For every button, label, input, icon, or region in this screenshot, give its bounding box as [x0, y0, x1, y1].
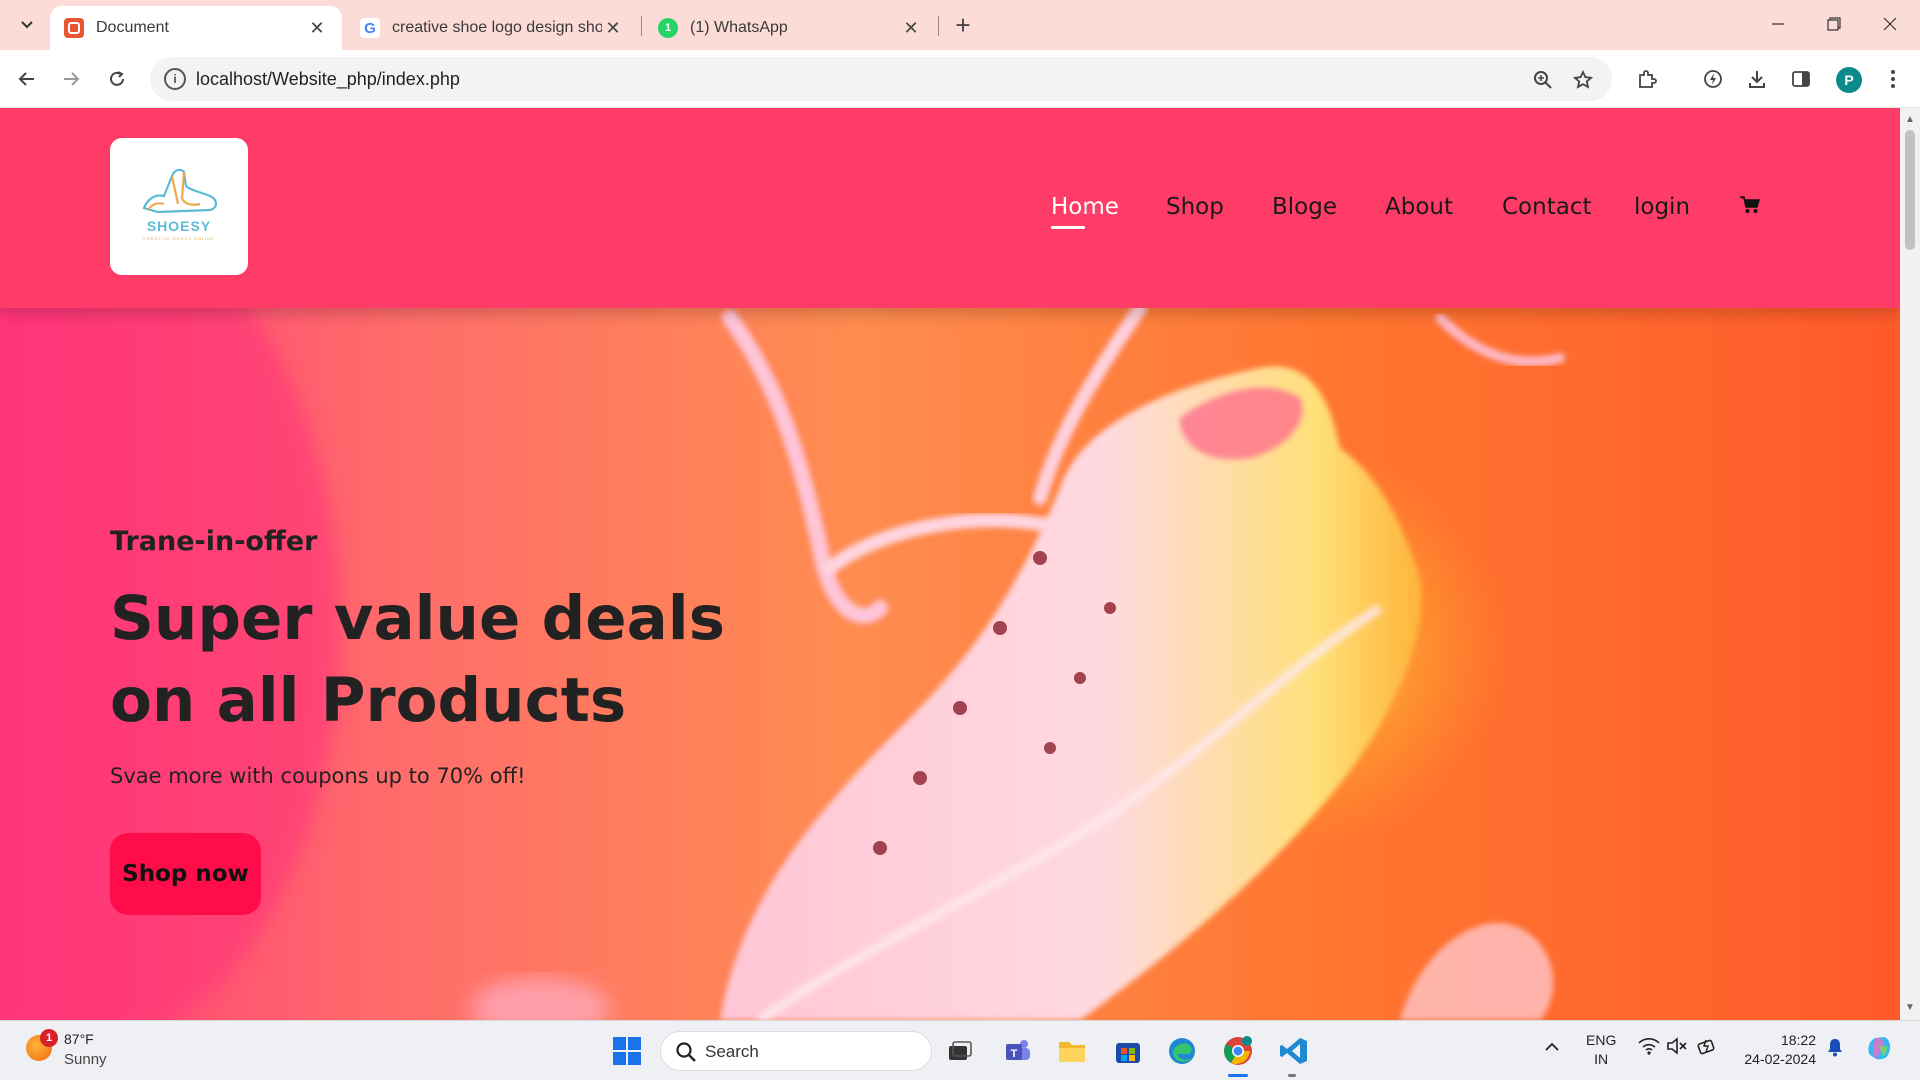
weather-temperature[interactable]: 87°F — [64, 1031, 94, 1047]
extensions-icon[interactable] — [1630, 62, 1664, 96]
menu-icon[interactable] — [1876, 62, 1910, 96]
side-panel-icon[interactable] — [1784, 62, 1818, 96]
notification-bell-icon[interactable] — [1826, 1037, 1844, 1061]
hero-banner: Trane-in-offer Super value deals on all … — [0, 308, 1900, 1020]
shoe-logo-icon — [142, 168, 218, 214]
hero-title-line-1: Super value deals — [110, 583, 726, 654]
restore-icon[interactable] — [1806, 0, 1862, 48]
google-favicon-icon: G — [360, 18, 380, 38]
tab-close-icon[interactable]: ✕ — [900, 18, 922, 39]
taskbar-search-label: Search — [705, 1042, 759, 1061]
edge-icon[interactable] — [1164, 1033, 1200, 1069]
nav-login[interactable]: login — [1634, 194, 1690, 220]
hero-title: Super value deals on all Products — [110, 578, 730, 742]
profile-avatar[interactable]: P — [1836, 67, 1862, 93]
site-logo[interactable]: SHOESY CREATIVE SHOES ONLINE — [110, 138, 248, 275]
language-indicator[interactable]: ENG IN — [1586, 1031, 1616, 1069]
chrome-icon[interactable] — [1220, 1033, 1256, 1069]
logo-tagline: CREATIVE SHOES ONLINE — [143, 236, 215, 241]
page-scrollbar[interactable]: ▲ ▼ — [1900, 108, 1920, 1020]
xampp-favicon-icon — [64, 18, 84, 38]
taskbar: 1 87°F Sunny Search T ENG IN 18:22 24-02… — [0, 1020, 1920, 1080]
weather-badge: 1 — [40, 1029, 58, 1047]
close-icon[interactable] — [1862, 0, 1918, 48]
nav-about[interactable]: About — [1385, 194, 1453, 220]
tab-title: Document — [96, 19, 169, 36]
clock-time: 18:22 — [1780, 1032, 1816, 1048]
file-explorer-icon[interactable] — [1054, 1033, 1090, 1069]
minimize-icon[interactable] — [1750, 0, 1806, 48]
hero-title-line-2: on all Products — [110, 665, 627, 736]
nav-home[interactable]: Home — [1051, 194, 1119, 220]
language-code: ENG — [1586, 1032, 1617, 1048]
cart-icon[interactable] — [1740, 196, 1760, 214]
page-viewport: SHOESY CREATIVE SHOES ONLINE Home Shop B… — [0, 108, 1900, 1020]
store-icon[interactable] — [1110, 1033, 1146, 1069]
download-icon[interactable] — [1740, 62, 1774, 96]
search-icon — [676, 1042, 696, 1062]
tab-whatsapp[interactable]: 1 (1) WhatsApp ✕ — [644, 6, 936, 50]
logo-wordmark: SHOESY — [146, 218, 212, 234]
teams-icon[interactable]: T — [1000, 1033, 1036, 1069]
scroll-down-icon[interactable]: ▼ — [1904, 1002, 1916, 1014]
hero-subtitle: Svae more with coupons up to 70% off! — [110, 764, 526, 788]
browser-toolbar: i localhost/Website_php/index.php P — [0, 50, 1920, 108]
tab-google-search[interactable]: G creative shoe logo design shoes ✕ — [346, 6, 638, 50]
new-tab-button[interactable]: + — [948, 10, 978, 40]
battery-icon[interactable] — [1696, 1037, 1718, 1059]
zoom-icon[interactable] — [1530, 67, 1556, 93]
performance-icon[interactable] — [1696, 62, 1730, 96]
site-header: SHOESY CREATIVE SHOES ONLINE Home Shop B… — [0, 108, 1900, 308]
bookmark-star-icon[interactable] — [1570, 67, 1596, 93]
browser-tab-bar: Document ✕ G creative shoe logo design s… — [0, 0, 1920, 50]
task-view-icon[interactable] — [942, 1033, 978, 1069]
shop-now-button[interactable]: Shop now — [110, 833, 261, 915]
region-code: IN — [1594, 1051, 1609, 1067]
clock-date: 24-02-2024 — [1744, 1051, 1816, 1067]
taskbar-search[interactable]: Search — [660, 1031, 932, 1071]
hero-eyebrow: Trane-in-offer — [110, 526, 318, 557]
wifi-icon[interactable] — [1638, 1037, 1660, 1059]
show-hidden-icons[interactable] — [1544, 1039, 1560, 1056]
forward-icon[interactable] — [54, 62, 88, 96]
tab-title: (1) WhatsApp — [690, 19, 788, 36]
tab-search-icon[interactable] — [12, 10, 42, 40]
nav-shop[interactable]: Shop — [1166, 194, 1224, 220]
tab-close-icon[interactable]: ✕ — [602, 18, 624, 39]
url-text[interactable]: localhost/Website_php/index.php — [196, 69, 460, 90]
vscode-running-indicator — [1288, 1074, 1296, 1077]
address-bar[interactable]: i localhost/Website_php/index.php — [150, 57, 1612, 101]
nav-bloge[interactable]: Bloge — [1272, 194, 1337, 220]
reload-icon[interactable] — [100, 62, 134, 96]
nav-active-indicator — [1051, 226, 1085, 229]
nav-contact[interactable]: Contact — [1502, 194, 1591, 220]
copilot-icon[interactable] — [1864, 1033, 1894, 1067]
site-info-icon[interactable]: i — [164, 68, 186, 90]
tab-close-icon[interactable]: ✕ — [306, 18, 328, 39]
start-icon[interactable] — [609, 1033, 645, 1069]
scroll-up-icon[interactable]: ▲ — [1904, 114, 1916, 126]
system-clock[interactable]: 18:22 24-02-2024 — [1734, 1031, 1816, 1069]
back-icon[interactable] — [10, 62, 44, 96]
tab-title: creative shoe logo design shoes — [392, 19, 602, 36]
svg-text:T: T — [1011, 1048, 1018, 1060]
whatsapp-favicon-icon: 1 — [658, 18, 678, 38]
vscode-icon[interactable] — [1276, 1033, 1312, 1069]
volume-muted-icon[interactable] — [1666, 1037, 1688, 1059]
tab-separator — [938, 16, 939, 36]
chrome-running-indicator — [1228, 1074, 1248, 1077]
weather-condition[interactable]: Sunny — [64, 1051, 107, 1068]
tab-document[interactable]: Document ✕ — [50, 6, 342, 50]
tab-separator — [641, 16, 642, 36]
scroll-thumb[interactable] — [1905, 130, 1915, 250]
